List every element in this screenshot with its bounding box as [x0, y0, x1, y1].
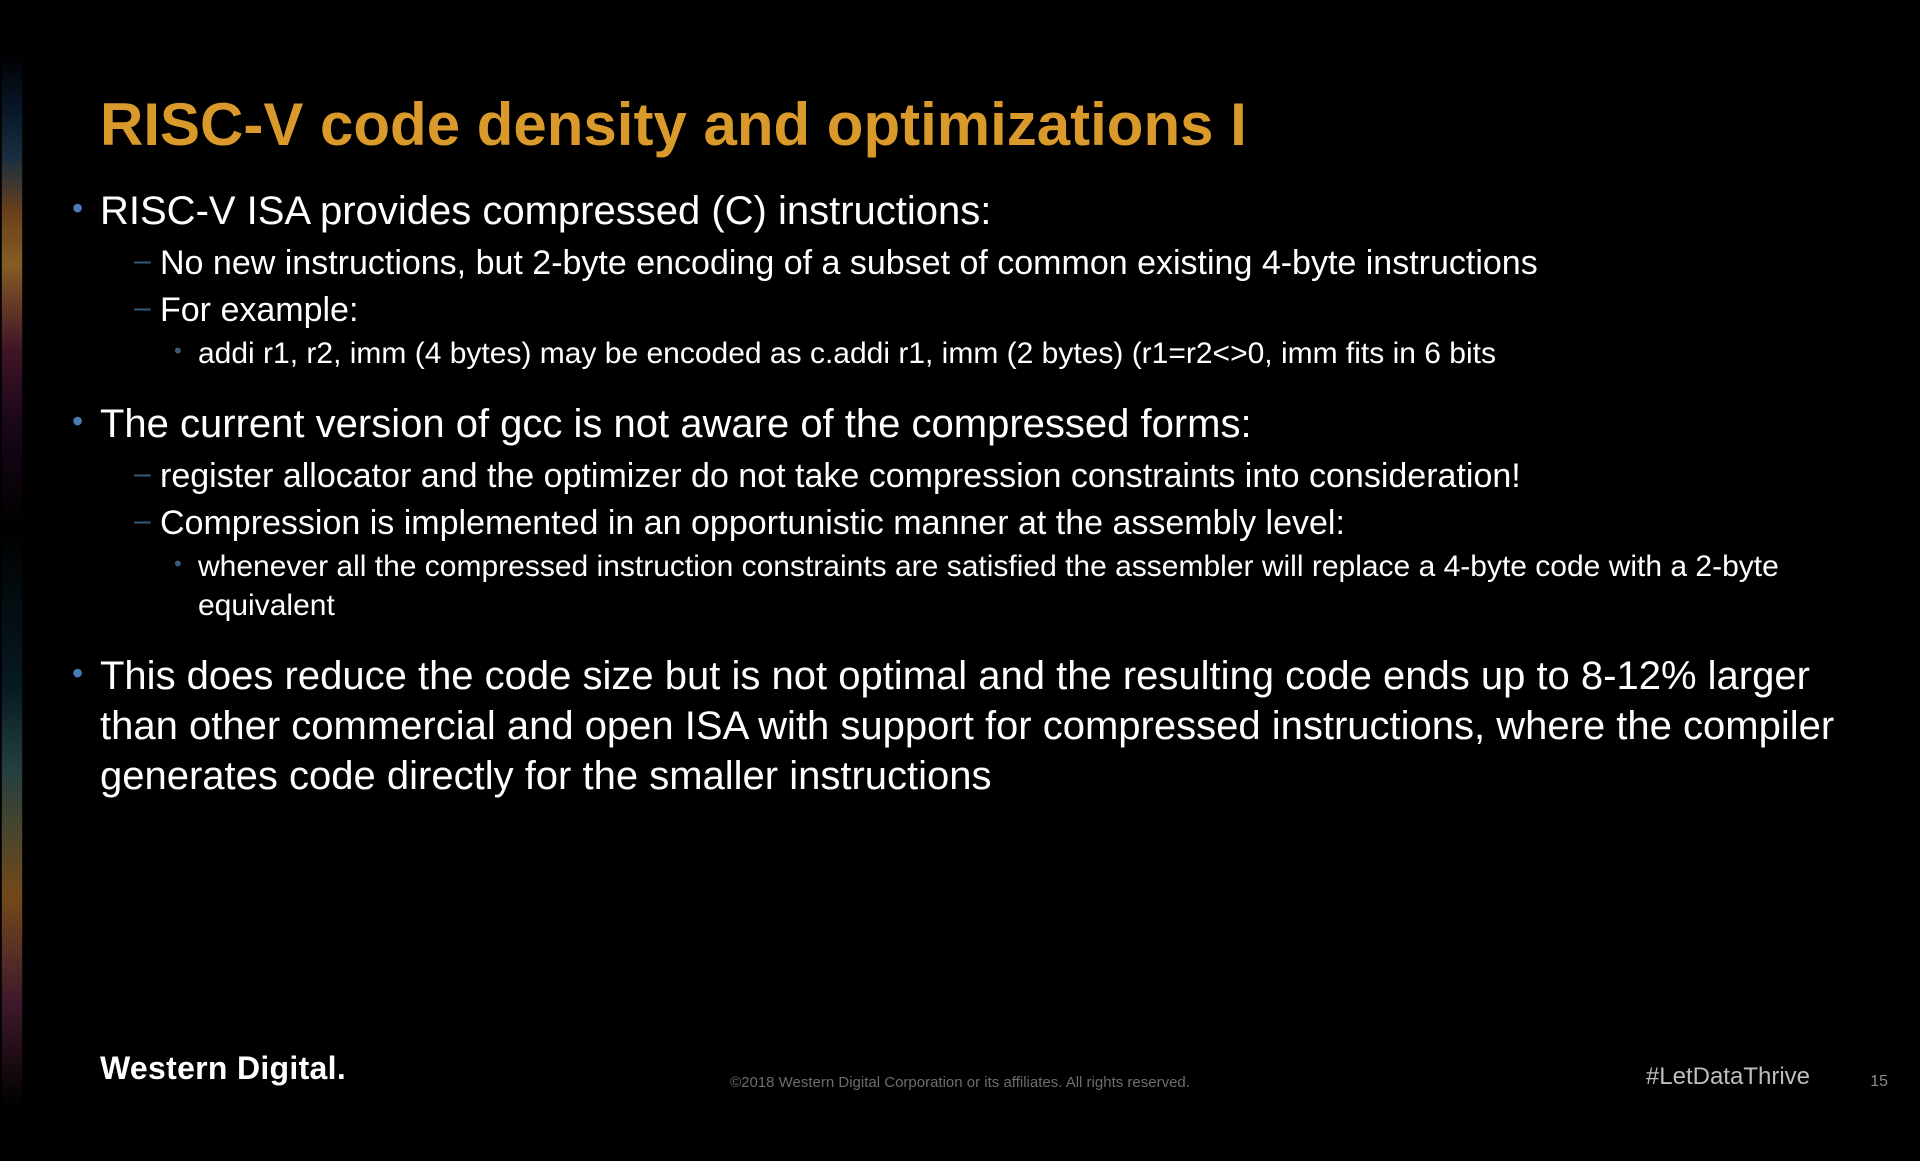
bullet-list-level2: No new instructions, but 2-byte encoding…: [134, 242, 1860, 373]
letterbox-bottom: [0, 1107, 1920, 1161]
bullet-l3-text: whenever all the compressed instruction …: [174, 548, 1860, 625]
bullet-l2-item: No new instructions, but 2-byte encoding…: [134, 242, 1860, 285]
slide-footer: Western Digital. ©2018 Western Digital C…: [0, 1051, 1920, 1095]
bullet-l2-item: register allocator and the optimizer do …: [134, 455, 1860, 498]
slide-content: RISC-V ISA provides compressed (C) instr…: [72, 186, 1860, 827]
bullet-l3-text: addi r1, r2, imm (4 bytes) may be encode…: [174, 335, 1860, 373]
bullet-l1-item: The current version of gcc is not aware …: [72, 399, 1860, 625]
bullet-list-level2: register allocator and the optimizer do …: [134, 455, 1860, 625]
bullet-l3-item: whenever all the compressed instruction …: [174, 548, 1860, 625]
hashtag-text: #LetDataThrive: [1646, 1063, 1810, 1091]
bullet-list-level1: RISC-V ISA provides compressed (C) instr…: [72, 186, 1860, 801]
bullet-l2-text: No new instructions, but 2-byte encoding…: [134, 242, 1860, 285]
bullet-l1-text: This does reduce the code size but is no…: [72, 651, 1860, 801]
bullet-l2-text: For example:: [134, 289, 1860, 332]
bullet-list-level3: whenever all the compressed instruction …: [174, 548, 1860, 625]
bullet-l2-text: Compression is implemented in an opportu…: [134, 502, 1860, 545]
page-number: 15: [1870, 1073, 1888, 1091]
bullet-l2-item: For example: addi r1, r2, imm (4 bytes) …: [134, 289, 1860, 374]
bullet-l2-item: Compression is implemented in an opportu…: [134, 502, 1860, 625]
decorative-left-stripe: [2, 54, 22, 1107]
bullet-l1-text: The current version of gcc is not aware …: [72, 399, 1860, 449]
slide: RISC-V code density and optimizations I …: [0, 54, 1920, 1107]
bullet-l1-item: This does reduce the code size but is no…: [72, 651, 1860, 801]
bullet-l1-text: RISC-V ISA provides compressed (C) instr…: [72, 186, 1860, 236]
letterbox-top: [0, 0, 1920, 54]
bullet-l1-item: RISC-V ISA provides compressed (C) instr…: [72, 186, 1860, 373]
copyright-text: ©2018 Western Digital Corporation or its…: [730, 1074, 1190, 1091]
slide-title: RISC-V code density and optimizations I: [100, 90, 1247, 159]
bullet-l3-item: addi r1, r2, imm (4 bytes) may be encode…: [174, 335, 1860, 373]
bullet-list-level3: addi r1, r2, imm (4 bytes) may be encode…: [174, 335, 1860, 373]
brand-logo: Western Digital.: [100, 1050, 346, 1087]
bullet-l2-text: register allocator and the optimizer do …: [134, 455, 1860, 498]
